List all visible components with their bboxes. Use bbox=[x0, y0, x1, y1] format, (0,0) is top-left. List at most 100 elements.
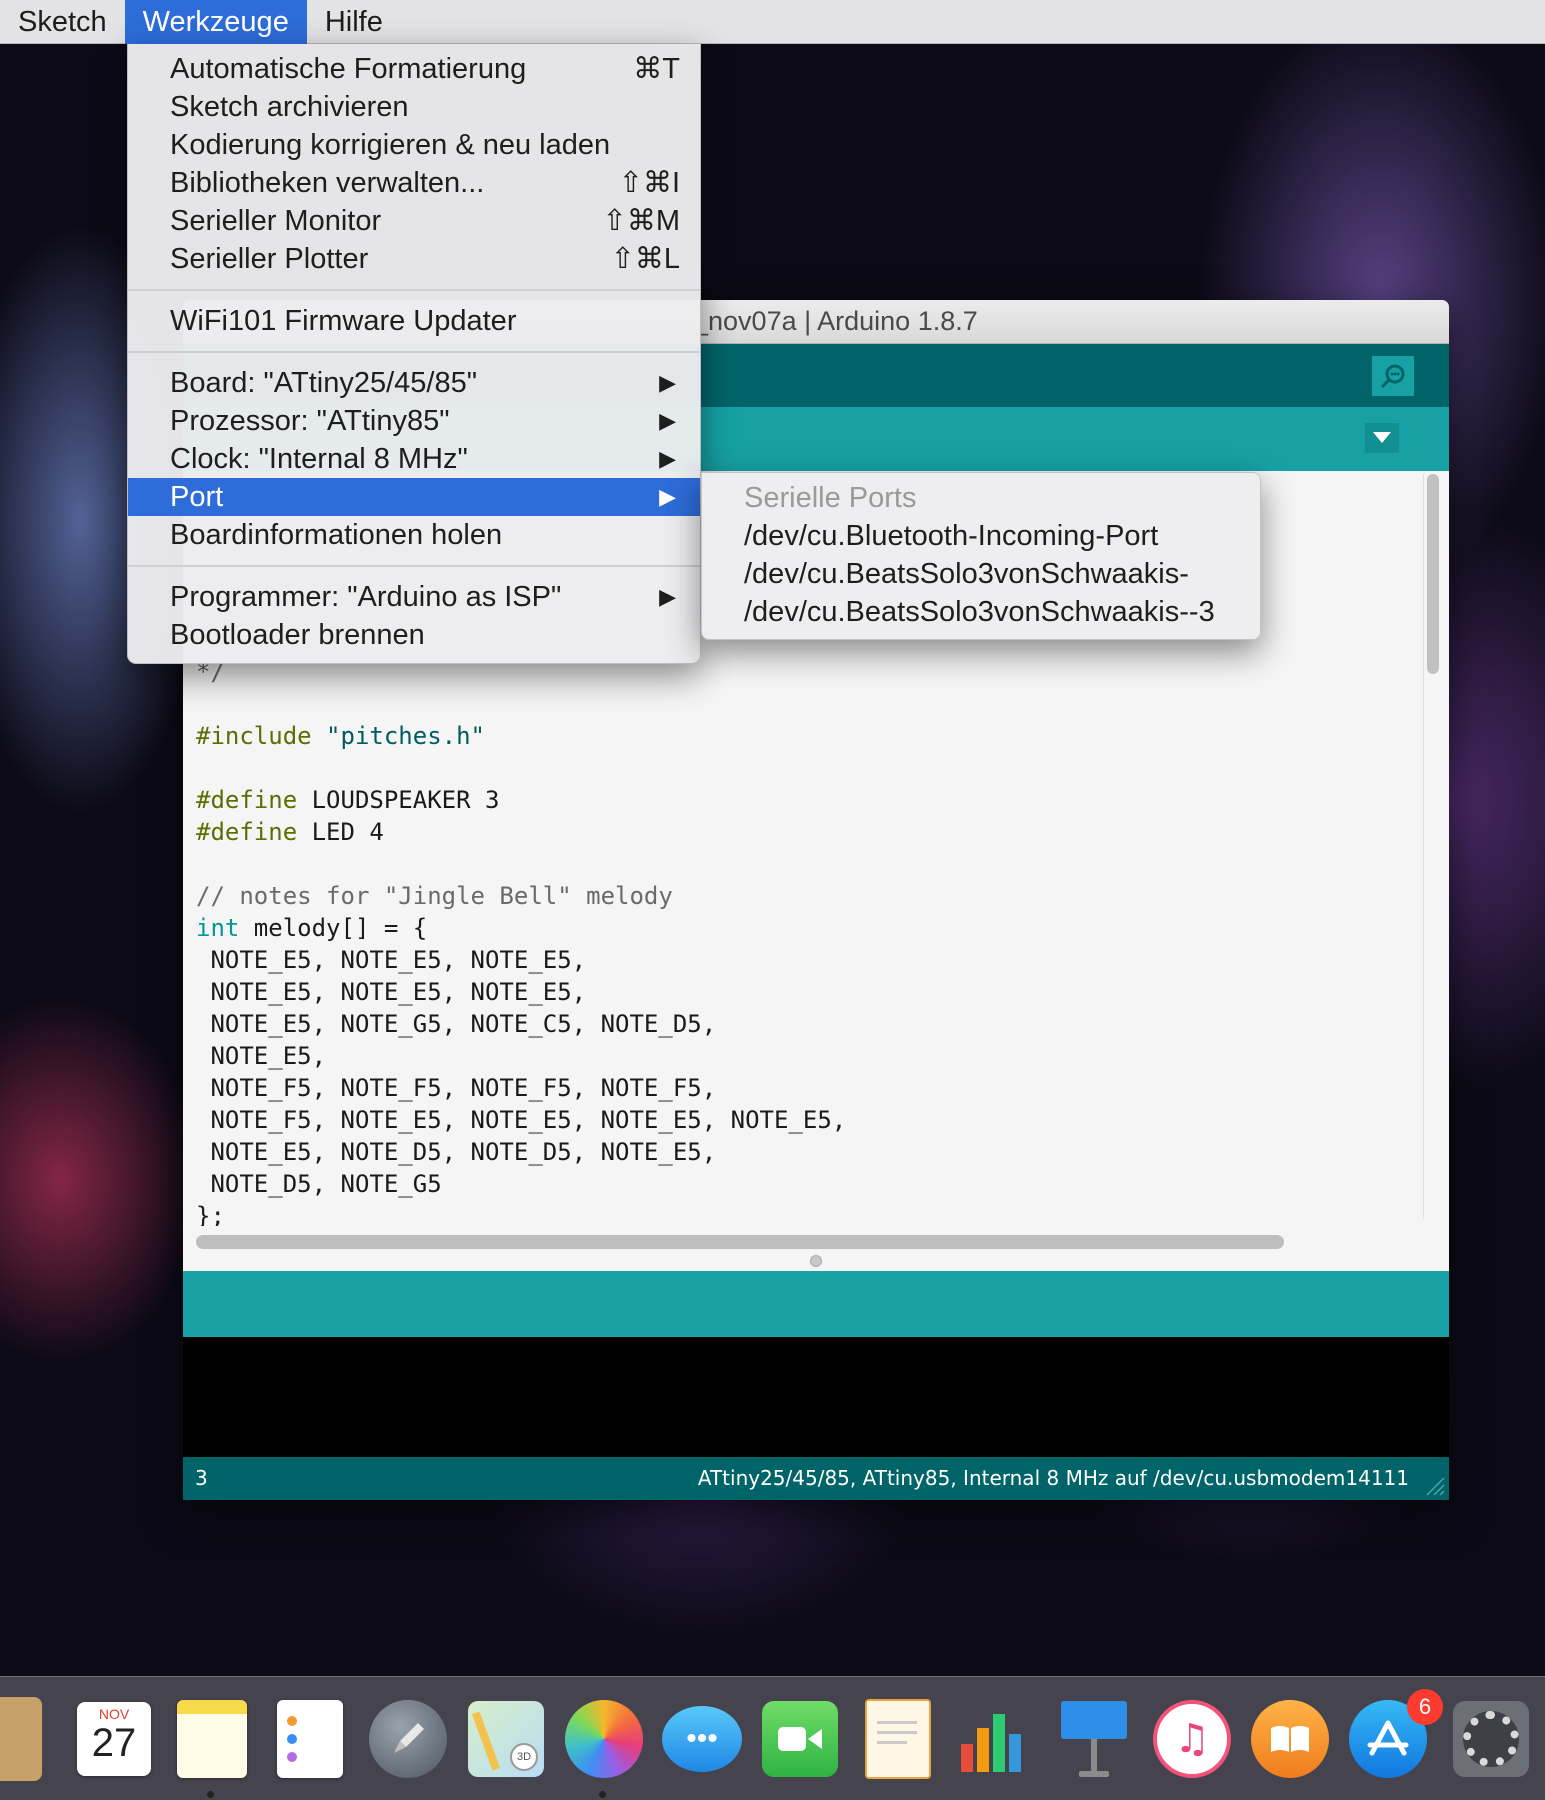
code-line: NOTE_E5, bbox=[196, 1042, 327, 1070]
appstore-badge: 6 bbox=[1407, 1689, 1443, 1725]
code-token: LED 4 bbox=[297, 818, 384, 846]
code-token: int bbox=[196, 914, 240, 942]
horizontal-scrollbar[interactable] bbox=[196, 1231, 1421, 1253]
menu-item-serial-plotter[interactable]: Serieller Plotter ⇧⌘L bbox=[128, 240, 700, 278]
system-preferences-icon[interactable] bbox=[1449, 1697, 1533, 1781]
menu-item-port[interactable]: Port ▶ bbox=[128, 478, 700, 516]
serial-monitor-button[interactable] bbox=[1372, 356, 1414, 396]
resize-grip-icon[interactable] bbox=[1423, 1474, 1445, 1496]
menu-item-label: Prozessor: "ATtiny85" bbox=[170, 405, 450, 437]
menu-item-label: Automatische Formatierung bbox=[170, 53, 527, 85]
triangle-down-icon bbox=[1373, 432, 1391, 443]
keynote-icon[interactable] bbox=[1052, 1697, 1136, 1781]
splitter-handle[interactable] bbox=[810, 1255, 822, 1267]
itunes-icon[interactable]: ♫ bbox=[1150, 1697, 1234, 1781]
menu-item-serial-monitor[interactable]: Serieller Monitor ⇧⌘M bbox=[128, 202, 700, 240]
menu-item-label: Board: "ATtiny25/45/85" bbox=[170, 367, 478, 399]
menu-werkzeuge[interactable]: Werkzeuge bbox=[124, 0, 307, 44]
menu-item-processor[interactable]: Prozessor: "ATtiny85" ▶ bbox=[128, 402, 700, 440]
vertical-scrollbar[interactable] bbox=[1423, 474, 1441, 1219]
menu-item-programmer[interactable]: Programmer: "Arduino as ISP" ▶ bbox=[128, 578, 700, 616]
status-line-number: 3 bbox=[195, 1466, 208, 1490]
menu-item-label: Serieller Monitor bbox=[170, 205, 382, 237]
menu-item-shortcut: ⇧⌘I bbox=[618, 167, 680, 199]
horizontal-scroll-thumb[interactable] bbox=[196, 1235, 1284, 1249]
ibooks-icon[interactable] bbox=[1248, 1697, 1332, 1781]
menu-item-label: Bibliotheken verwalten... bbox=[170, 167, 485, 199]
menu-item-label: Port bbox=[170, 481, 224, 513]
magnifier-icon bbox=[1380, 364, 1405, 389]
running-indicator bbox=[207, 1791, 214, 1798]
menu-item-label: Kodierung korrigieren & neu laden bbox=[170, 129, 611, 161]
menu-item-shortcut: ⇧⌘M bbox=[602, 205, 680, 237]
pages-icon[interactable] bbox=[856, 1697, 940, 1781]
messages-icon[interactable]: ••• bbox=[660, 1697, 744, 1781]
running-indicator bbox=[599, 1791, 606, 1798]
port-item-beats-3[interactable]: /dev/cu.BeatsSolo3vonSchwaakis--3 bbox=[702, 593, 1260, 631]
menu-item-burn-bootloader[interactable]: Bootloader brennen bbox=[128, 616, 700, 654]
code-token: melody[] = { bbox=[239, 914, 428, 942]
werkzeuge-menu: Automatische Formatierung ⌘T Sketch arch… bbox=[127, 44, 701, 664]
menu-item-label: Bootloader brennen bbox=[170, 619, 425, 651]
menu-item-board[interactable]: Board: "ATtiny25/45/85" ▶ bbox=[128, 364, 700, 402]
status-board-info: ATtiny25/45/85, ATtiny85, Internal 8 MHz… bbox=[697, 1466, 1409, 1490]
menu-item-label: WiFi101 Firmware Updater bbox=[170, 305, 517, 337]
code-line: NOTE_E5, NOTE_G5, NOTE_C5, NOTE_D5, bbox=[196, 1010, 717, 1038]
code-line: }; bbox=[196, 1202, 225, 1226]
menu-separator bbox=[128, 278, 700, 302]
console-header bbox=[183, 1271, 1449, 1337]
menu-item-auto-format[interactable]: Automatische Formatierung ⌘T bbox=[128, 50, 700, 88]
menu-item-label: Clock: "Internal 8 MHz" bbox=[170, 443, 468, 475]
code-line: int melody[] = { bbox=[196, 914, 427, 946]
console-output bbox=[183, 1337, 1449, 1457]
menu-item-wifi-updater[interactable]: WiFi101 Firmware Updater bbox=[128, 302, 700, 340]
photos-icon[interactable] bbox=[562, 1697, 646, 1781]
reminders-icon[interactable] bbox=[268, 1697, 352, 1781]
code-token: #define bbox=[196, 786, 298, 814]
menu-item-label: Programmer: "Arduino as ISP" bbox=[170, 581, 562, 613]
submenu-arrow-icon: ▶ bbox=[659, 370, 676, 395]
code-line: NOTE_E5, NOTE_E5, NOTE_E5, bbox=[196, 978, 587, 1006]
numbers-icon[interactable] bbox=[954, 1697, 1038, 1781]
code-token: "pitches.h" bbox=[326, 722, 485, 750]
menu-item-label: Boardinformationen holen bbox=[170, 519, 503, 551]
menu-separator bbox=[128, 554, 700, 578]
code-line: NOTE_E5, NOTE_D5, NOTE_D5, NOTE_E5, bbox=[196, 1138, 717, 1166]
menu-item-clock[interactable]: Clock: "Internal 8 MHz" ▶ bbox=[128, 440, 700, 478]
code-line: #define LED 4 bbox=[196, 818, 384, 850]
menu-hilfe[interactable]: Hilfe bbox=[307, 0, 401, 44]
code-line: #define LOUDSPEAKER 3 bbox=[196, 786, 499, 818]
facetime-icon[interactable] bbox=[758, 1697, 842, 1781]
code-line: NOTE_F5, NOTE_E5, NOTE_E5, NOTE_E5, NOTE… bbox=[196, 1106, 847, 1134]
code-line: NOTE_E5, NOTE_E5, NOTE_E5, bbox=[196, 946, 587, 974]
port-submenu: Serielle Ports /dev/cu.Bluetooth-Incomin… bbox=[701, 472, 1261, 640]
menu-item-manage-libraries[interactable]: Bibliotheken verwalten... ⇧⌘I bbox=[128, 164, 700, 202]
tab-menu-button[interactable] bbox=[1365, 423, 1399, 453]
code-line: NOTE_D5, NOTE_G5 bbox=[196, 1170, 442, 1198]
dock: NOV 27 3D ••• ♫ bbox=[0, 1676, 1545, 1800]
menu-item-label: Sketch archivieren bbox=[170, 91, 409, 123]
menu-item-board-info[interactable]: Boardinformationen holen bbox=[128, 516, 700, 554]
calendar-icon[interactable]: NOV 27 bbox=[72, 1697, 156, 1781]
port-item-beats[interactable]: /dev/cu.BeatsSolo3vonSchwaakis- bbox=[702, 555, 1260, 593]
maps-icon[interactable]: 3D bbox=[464, 1697, 548, 1781]
port-item-bluetooth[interactable]: /dev/cu.Bluetooth-Incoming-Port bbox=[702, 517, 1260, 555]
code-line: NOTE_F5, NOTE_F5, NOTE_F5, NOTE_F5, bbox=[196, 1074, 717, 1102]
menu-item-fix-encoding[interactable]: Kodierung korrigieren & neu laden bbox=[128, 126, 700, 164]
status-bar: 3 ATtiny25/45/85, ATtiny85, Internal 8 M… bbox=[183, 1457, 1449, 1500]
submenu-arrow-icon: ▶ bbox=[659, 584, 676, 609]
menu-sketch[interactable]: Sketch bbox=[0, 0, 125, 44]
code-token: #include bbox=[196, 722, 312, 750]
launchpad-icon[interactable] bbox=[366, 1697, 450, 1781]
menu-item-label: Serieller Plotter bbox=[170, 243, 369, 275]
notes-icon[interactable] bbox=[170, 1697, 254, 1781]
menu-item-shortcut: ⌘T bbox=[633, 53, 680, 85]
contacts-icon[interactable] bbox=[0, 1697, 44, 1781]
vertical-scroll-thumb[interactable] bbox=[1427, 474, 1439, 674]
submenu-arrow-icon: ▶ bbox=[659, 446, 676, 471]
menu-item-archive-sketch[interactable]: Sketch archivieren bbox=[128, 88, 700, 126]
code-token: #define bbox=[196, 818, 298, 846]
submenu-arrow-icon: ▶ bbox=[659, 408, 676, 433]
menu-separator bbox=[128, 340, 700, 364]
menu-bar: Sketch Werkzeuge Hilfe bbox=[0, 0, 1545, 44]
